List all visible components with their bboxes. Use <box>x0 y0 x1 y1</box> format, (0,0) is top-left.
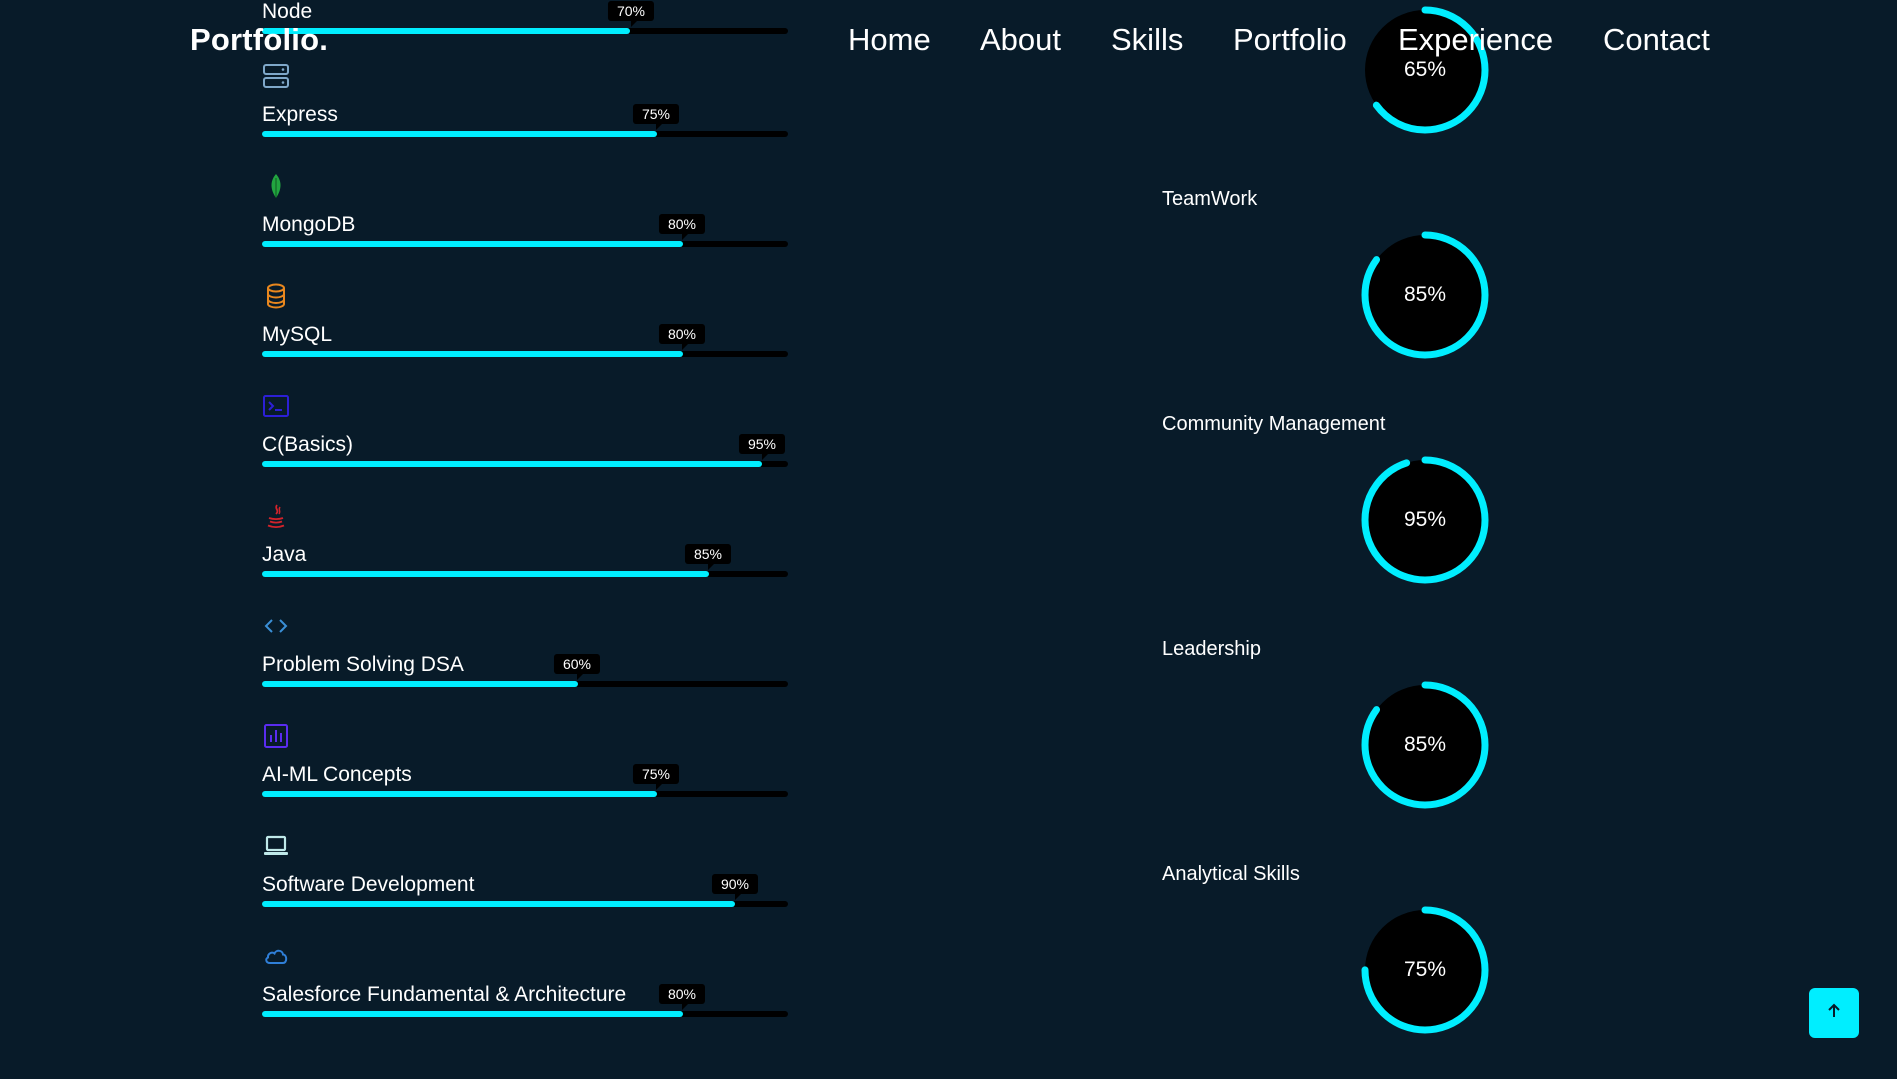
pro-skill-name: Community Management <box>1162 413 1386 435</box>
skill-problem-solving-dsa: Problem Solving DSA 60% <box>262 612 788 722</box>
skill-name: C(Basics) <box>262 433 354 456</box>
skill-progress-fill <box>262 461 762 467</box>
arrow-up-icon <box>1825 1002 1843 1025</box>
skill-name: Salesforce Fundamental & Architecture <box>262 983 627 1006</box>
skill-progress-track <box>262 241 788 247</box>
nav-portfolio[interactable]: Portfolio <box>1233 22 1347 58</box>
pro-skill-name: Leadership <box>1162 638 1261 660</box>
code-icon <box>262 612 290 640</box>
skill-progress-fill <box>262 351 683 357</box>
skill-progress-fill <box>262 131 657 137</box>
skill-name: Software Development <box>262 873 475 896</box>
skill-percent-tooltip: 75% <box>632 104 680 130</box>
skill-name: Express <box>262 103 338 126</box>
skill-progress-track <box>262 901 788 907</box>
skill-ring-percent: 85% <box>1403 283 1447 306</box>
skill-c-basics: C(Basics) 95% <box>262 392 788 502</box>
skill-progress-fill <box>262 1011 683 1017</box>
pro-skill-name: Analytical Skills <box>1162 863 1300 885</box>
database-icon <box>262 282 290 310</box>
skill-percent-tooltip: 80% <box>658 324 706 350</box>
skill-name: AI-ML Concepts <box>262 763 412 786</box>
skill-progress-track <box>262 571 788 577</box>
skill-progress-track <box>262 1011 788 1017</box>
skill-ring: 95% <box>1360 455 1490 585</box>
skill-progress-track <box>262 131 788 137</box>
skill-progress-fill <box>262 901 736 907</box>
server-icon <box>262 62 290 90</box>
skill-progress-fill <box>262 791 657 797</box>
skill-progress-track <box>262 351 788 357</box>
skill-percent-tooltip: 80% <box>658 214 706 240</box>
skill-ai-ml-concepts: AI-ML Concepts 75% <box>262 722 788 832</box>
skill-progress-fill <box>262 571 710 577</box>
nav-skills[interactable]: Skills <box>1111 22 1183 58</box>
skill-progress-track <box>262 681 788 687</box>
skill-mongodb: MongoDB 80% <box>262 172 788 282</box>
skill-progress-fill <box>262 681 578 687</box>
pro-skill-name: TeamWork <box>1162 188 1258 210</box>
main-nav: Home About Skills Portfolio Experience C… <box>0 22 1897 62</box>
skill-progress-track <box>262 791 788 797</box>
java-icon <box>262 502 290 530</box>
terminal-icon <box>262 392 290 420</box>
skill-ring-percent: 75% <box>1403 958 1447 981</box>
skill-ring: 85% <box>1360 230 1490 360</box>
skill-percent-tooltip: 70% <box>607 1 655 27</box>
skill-ring-percent: 95% <box>1403 508 1447 531</box>
skill-percent-tooltip: 75% <box>632 764 680 790</box>
skill-name: MongoDB <box>262 213 356 236</box>
skill-name: Node <box>262 0 313 23</box>
skill-ring: 75% <box>1360 905 1490 1035</box>
nav-home[interactable]: Home <box>848 22 931 58</box>
laptop-icon <box>262 832 290 860</box>
chart-icon <box>262 722 290 750</box>
cloud-icon <box>262 942 290 970</box>
mongodb-leaf-icon <box>262 172 290 200</box>
skill-percent-tooltip: 80% <box>658 984 706 1010</box>
skill-express: Express 75% <box>262 62 788 172</box>
skill-name: Problem Solving DSA <box>262 653 464 676</box>
skill-percent-tooltip: 60% <box>553 654 601 680</box>
skill-name: Java <box>262 543 307 566</box>
skill-percent-tooltip: 85% <box>684 544 732 570</box>
skill-mysql: MySQL 80% <box>262 282 788 392</box>
skill-software-development: Software Development 90% <box>262 832 788 942</box>
skill-percent-tooltip: 90% <box>711 874 759 900</box>
nav-about[interactable]: About <box>980 22 1061 58</box>
skill-percent-tooltip: 95% <box>738 434 786 460</box>
skill-ring-percent: 85% <box>1403 733 1447 756</box>
skill-name: MySQL <box>262 323 333 346</box>
skill-ring: 85% <box>1360 680 1490 810</box>
nav-experience[interactable]: Experience <box>1398 22 1553 58</box>
skill-progress-track <box>262 461 788 467</box>
skill-progress-fill <box>262 241 683 247</box>
scroll-to-top-button[interactable] <box>1809 988 1859 1038</box>
skill-java: Java 85% <box>262 502 788 612</box>
skill-salesforce: Salesforce Fundamental & Architecture 80… <box>262 942 788 1052</box>
nav-contact[interactable]: Contact <box>1603 22 1710 58</box>
